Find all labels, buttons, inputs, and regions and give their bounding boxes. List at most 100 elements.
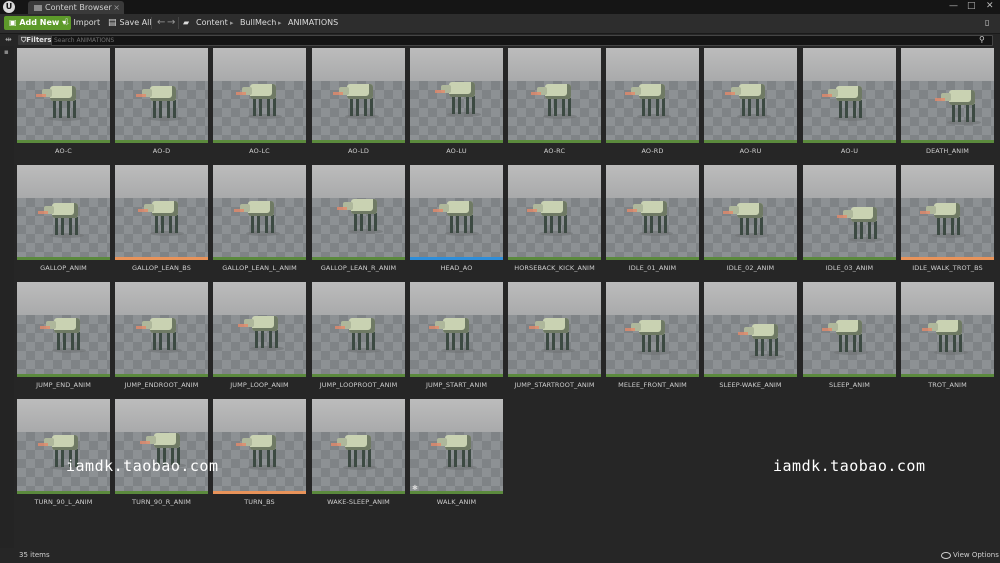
item-count: 35 items	[19, 551, 50, 559]
asset-tile[interactable]: ✱ WALK_ANIM	[410, 399, 504, 512]
asset-thumbnail	[17, 282, 110, 377]
asset-tile[interactable]: TROT_ANIM	[901, 282, 995, 395]
tab-label: Content Browser	[45, 3, 112, 12]
maximize-icon[interactable]: □	[967, 0, 976, 12]
asset-tile[interactable]: AO-LD	[312, 48, 406, 161]
asset-thumbnail	[115, 48, 208, 143]
asset-tile[interactable]: JUMP_END_ANIM	[17, 282, 111, 395]
minimize-icon[interactable]: —	[949, 0, 958, 12]
asset-tile[interactable]: AO-LC	[213, 48, 307, 161]
asset-tile[interactable]: SLEEP-WAKE_ANIM	[704, 282, 798, 395]
asset-type-strip	[410, 491, 503, 494]
save-icon: ▤	[108, 18, 117, 28]
asset-tile[interactable]: AO-U	[803, 48, 897, 161]
asset-name: JUMP_ENDROOT_ANIM	[124, 381, 199, 389]
asset-type-strip	[17, 374, 110, 377]
asset-name: TROT_ANIM	[928, 381, 967, 389]
save-all-button[interactable]: ▤ Save All	[108, 16, 152, 30]
sources-toggle-icon[interactable]: ⇹	[5, 34, 12, 46]
asset-tile[interactable]: AO-LU	[410, 48, 504, 161]
asset-tile[interactable]: JUMP_START_ANIM	[410, 282, 504, 395]
lock-icon[interactable]: ▯	[985, 16, 989, 30]
import-button[interactable]: ⇩ Import	[63, 16, 100, 30]
asset-name: TURN_90_L_ANIM	[34, 498, 93, 506]
asset-type-strip	[312, 140, 405, 143]
close-tab-icon[interactable]: ×	[113, 1, 120, 14]
asset-tile[interactable]: TURN_90_L_ANIM	[17, 399, 111, 512]
asset-tile[interactable]: SLEEP_ANIM	[803, 282, 897, 395]
close-window-icon[interactable]: ✕	[986, 0, 994, 12]
asset-thumbnail: ✱	[410, 399, 503, 494]
asset-type-strip	[803, 374, 896, 377]
asset-tile[interactable]: AO-C	[17, 48, 111, 161]
asset-name: AO-RD	[641, 147, 664, 155]
asset-thumbnail	[410, 48, 503, 143]
asset-name: HORSEBACK_KICK_ANIM	[514, 264, 595, 272]
asset-thumbnail	[115, 399, 208, 494]
asset-tile[interactable]: MELEE_FRONT_ANIM	[606, 282, 700, 395]
content-browser-window: U Content Browser × — □ ✕ ▣ Add New ▾ ⇩ I…	[0, 0, 1000, 563]
asset-tile[interactable]: IDLE_WALK_TROT_BS	[901, 165, 995, 278]
asset-thumbnail	[17, 165, 110, 260]
add-icon: ▣	[9, 18, 20, 27]
asset-tile[interactable]: IDLE_01_ANIM	[606, 165, 700, 278]
asset-tile[interactable]: AO-RU	[704, 48, 798, 161]
asset-tile[interactable]: GALLOP_LEAN_L_ANIM	[213, 165, 307, 278]
asset-name: AO-RC	[543, 147, 566, 155]
asset-tile[interactable]: TURN_BS	[213, 399, 307, 512]
add-new-button[interactable]: ▣ Add New ▾	[4, 16, 72, 30]
asset-tile[interactable]: GALLOP_LEAN_R_ANIM	[312, 165, 406, 278]
asset-type-strip	[508, 140, 601, 143]
breadcrumb-bullmech[interactable]: BullMech	[240, 16, 276, 30]
asset-type-strip	[312, 491, 405, 494]
history-icon[interactable]: ▪	[4, 48, 9, 56]
asset-tile[interactable]: JUMP_STARTROOT_ANIM	[508, 282, 602, 395]
asset-tile[interactable]: IDLE_02_ANIM	[704, 165, 798, 278]
asset-thumbnail	[803, 48, 896, 143]
asset-tile[interactable]: DEATH_ANIM	[901, 48, 995, 161]
breadcrumb-animations[interactable]: ANIMATIONS	[288, 16, 338, 30]
search-icon[interactable]: ⚲	[979, 34, 985, 46]
asset-tile[interactable]: AO-RC	[508, 48, 602, 161]
toolbar-divider	[151, 17, 152, 29]
asset-tile[interactable]: GALLOP_ANIM	[17, 165, 111, 278]
import-icon: ⇩	[63, 18, 71, 28]
asset-tile[interactable]: JUMP_LOOPROOT_ANIM	[312, 282, 406, 395]
favorite-star-icon[interactable]: ✱	[412, 484, 418, 492]
asset-name: AO-RU	[739, 147, 762, 155]
breadcrumb-separator-icon[interactable]: ▸	[230, 16, 234, 30]
asset-tile[interactable]: HORSEBACK_KICK_ANIM	[508, 165, 602, 278]
asset-tile[interactable]: GALLOP_LEAN_BS	[115, 165, 209, 278]
asset-name: WALK_ANIM	[436, 498, 477, 506]
asset-name: GALLOP_ANIM	[40, 264, 87, 272]
asset-thumbnail	[704, 165, 797, 260]
asset-tile[interactable]: IDLE_03_ANIM	[803, 165, 897, 278]
asset-thumbnail	[213, 282, 306, 377]
breadcrumb-content[interactable]: Content	[196, 16, 228, 30]
view-options-button[interactable]: View Options	[941, 550, 999, 560]
asset-name: AO-D	[152, 147, 171, 155]
asset-tile[interactable]: AO-RD	[606, 48, 700, 161]
asset-type-strip	[115, 257, 208, 260]
asset-type-strip	[410, 374, 503, 377]
asset-tile[interactable]: WAKE-SLEEP_ANIM	[312, 399, 406, 512]
asset-tile[interactable]: HEAD_AO	[410, 165, 504, 278]
asset-thumbnail	[312, 399, 405, 494]
asset-thumbnail	[704, 282, 797, 377]
asset-thumbnail	[901, 48, 994, 143]
asset-type-strip	[17, 140, 110, 143]
breadcrumb-separator-icon[interactable]: ▸	[278, 16, 282, 30]
asset-tile[interactable]: JUMP_LOOP_ANIM	[213, 282, 307, 395]
forward-arrow-icon[interactable]: →	[167, 15, 175, 31]
tab-content-browser[interactable]: Content Browser ×	[28, 1, 124, 14]
asset-tile[interactable]: AO-D	[115, 48, 209, 161]
asset-tile[interactable]: TURN_90_R_ANIM	[115, 399, 209, 512]
asset-type-strip	[213, 491, 306, 494]
asset-tile[interactable]: JUMP_ENDROOT_ANIM	[115, 282, 209, 395]
back-arrow-icon[interactable]: ←	[157, 15, 165, 31]
asset-name: SLEEP-WAKE_ANIM	[719, 381, 782, 389]
asset-thumbnail	[312, 48, 405, 143]
search-input[interactable]: Search ANIMATIONS	[51, 35, 993, 46]
folder-icon: ▰	[183, 18, 190, 27]
asset-thumbnail	[115, 165, 208, 260]
